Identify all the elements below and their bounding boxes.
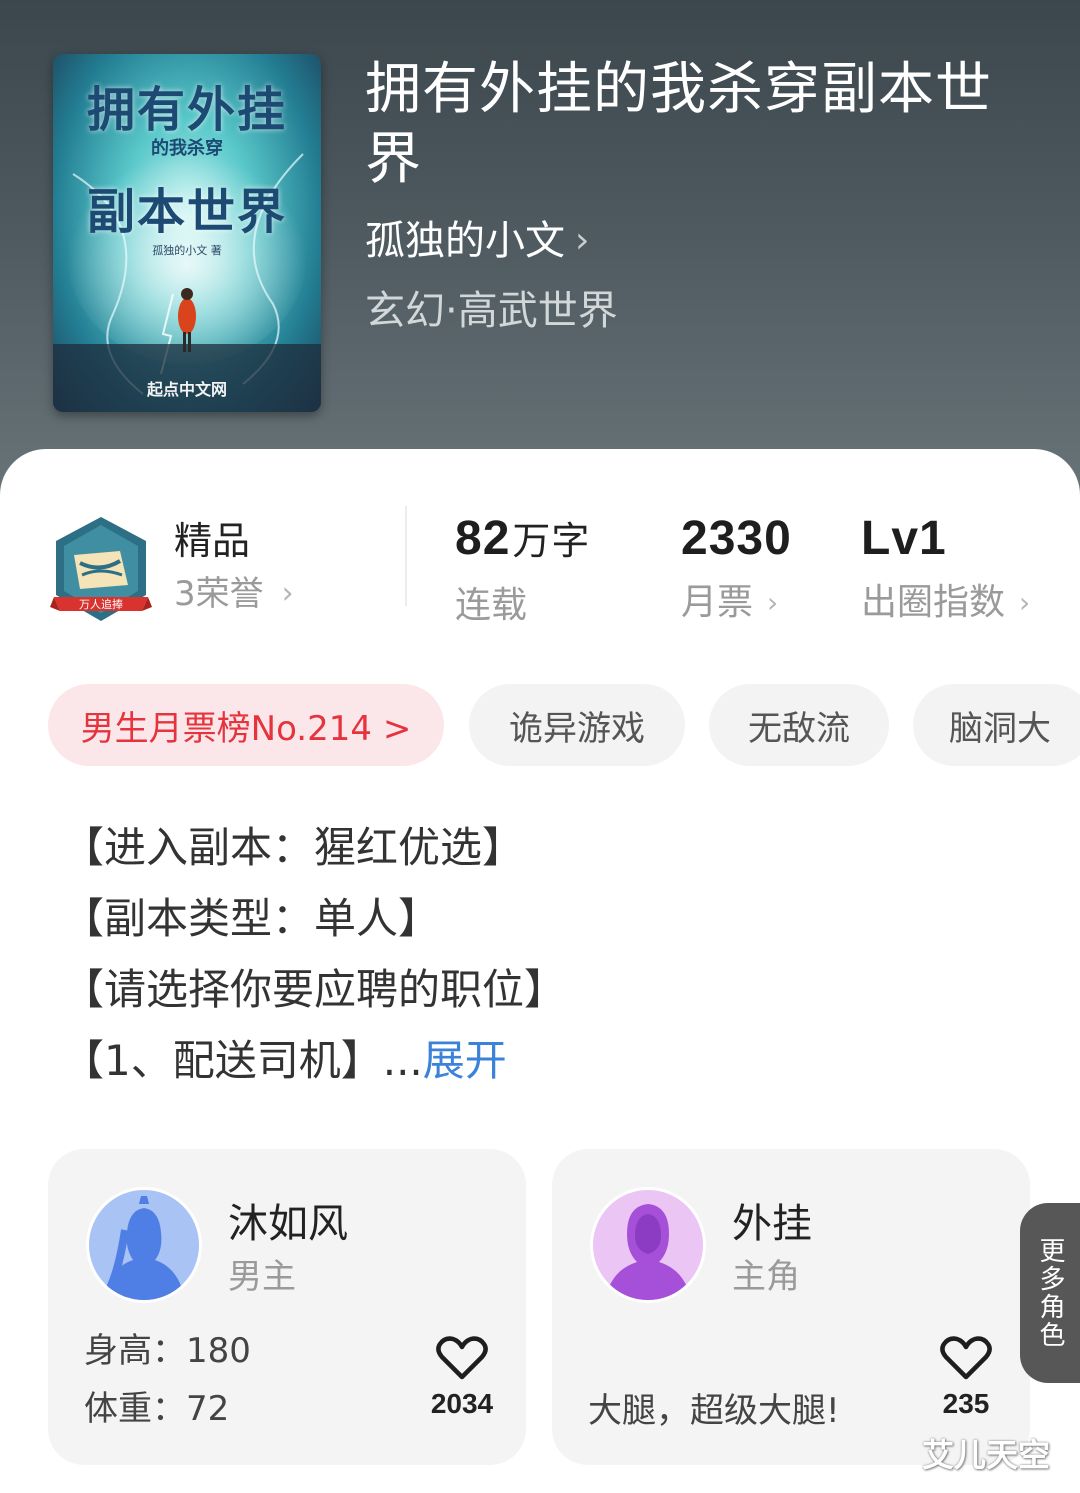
stat-monthly-votes[interactable]: 2330 月票 ›	[681, 510, 792, 626]
monthly-votes-value: 2330	[681, 512, 792, 565]
chevron-right-icon: ›	[767, 586, 779, 619]
book-title: 拥有外挂的我杀穿副本世界	[365, 57, 992, 192]
book-genre: 玄幻·高武世界	[365, 288, 618, 334]
popularity-index-value: Lv1	[861, 512, 947, 565]
intro-ellipsis: ...	[382, 1036, 423, 1085]
honor-count: 3荣誉	[174, 574, 264, 614]
rank-tag[interactable]: 男生月票榜No.214 >	[48, 684, 444, 766]
weight-label: 体重：	[84, 1389, 186, 1429]
height-value: 180	[186, 1331, 251, 1371]
character-description: 大腿，超级大腿!	[588, 1391, 840, 1431]
chevron-right-icon: ›	[281, 576, 294, 611]
character-weight: 体重：72	[84, 1387, 229, 1431]
character-card[interactable]: 外挂 主角 大腿，超级大腿! 235	[552, 1149, 1030, 1465]
cover-title-line3: 副本世界	[86, 184, 287, 240]
character-role: 主角	[732, 1257, 800, 1297]
cover-publisher: 起点中文网	[146, 380, 227, 399]
intro-line-last: 【1、配送司机】...展开	[62, 1025, 1022, 1096]
character-avatar	[590, 1187, 706, 1303]
tag-item[interactable]: 脑洞大	[913, 684, 1080, 766]
more-roles-label: 更多角色	[1035, 1237, 1065, 1349]
honor-badge-text: 万人追捧	[79, 597, 123, 611]
cover-title-line2: 的我杀穿	[151, 138, 223, 159]
popularity-index-label: 出圈指数	[861, 582, 1006, 623]
character-role: 男主	[228, 1257, 296, 1297]
author-name: 孤独的小文	[365, 218, 565, 264]
character-name: 外挂	[732, 1201, 812, 1247]
cover-title-line1: 拥有外挂	[86, 82, 287, 138]
weight-value: 72	[186, 1389, 230, 1429]
like-count: 2034	[430, 1388, 494, 1419]
watermark: 艾儿天空	[922, 1436, 1051, 1474]
book-intro: 【进入副本：猩红优选】 【副本类型：单人】 【请选择你要应聘的职位】 【1、配送…	[62, 812, 1022, 1096]
intro-line: 【副本类型：单人】	[62, 894, 441, 943]
honor-badge-icon[interactable]: 万人追捧	[50, 515, 152, 623]
tag-item[interactable]: 诡异游戏	[469, 684, 685, 766]
serial-status: 连载	[455, 585, 528, 626]
like-count: 235	[942, 1388, 990, 1419]
heart-icon	[436, 1336, 488, 1380]
stat-popularity-index[interactable]: Lv1 出圈指数 ›	[861, 510, 1030, 626]
stats-divider	[405, 506, 407, 606]
word-count-unit: 万字	[512, 521, 591, 563]
character-avatar	[86, 1187, 202, 1303]
expand-link[interactable]: 展开	[423, 1036, 507, 1085]
intro-line: 【请选择你要应聘的职位】	[62, 965, 567, 1014]
intro-line: 【1、配送司机】	[62, 1036, 383, 1085]
character-name: 沐如风	[228, 1201, 348, 1247]
character-card[interactable]: 沐如风 男主 身高：180 体重：72 2034	[48, 1149, 526, 1465]
intro-line: 【进入副本：猩红优选】	[62, 823, 525, 872]
word-count-value: 82	[455, 512, 511, 565]
like-button[interactable]: 2034	[422, 1335, 502, 1421]
book-cover[interactable]: 拥有外挂 的我杀穿 副本世界 孤独的小文 著 起点中文网	[53, 54, 321, 412]
heart-icon	[940, 1336, 992, 1380]
character-height: 身高：180	[84, 1329, 251, 1373]
stat-word-count: 82万字 连载	[455, 510, 590, 629]
like-button[interactable]: 235	[926, 1335, 1006, 1421]
chevron-right-icon: ›	[1019, 586, 1031, 619]
tag-item[interactable]: 无敌流	[709, 684, 889, 766]
height-label: 身高：	[84, 1331, 186, 1371]
more-roles-button[interactable]: 更多角色	[1020, 1203, 1080, 1383]
honor-title: 精品	[174, 519, 251, 563]
chevron-right-icon: ›	[575, 220, 590, 261]
cover-author: 孤独的小文 著	[152, 244, 222, 257]
monthly-votes-label: 月票	[681, 582, 754, 623]
honor-link[interactable]: 3荣誉 ›	[174, 572, 294, 616]
author-link[interactable]: 孤独的小文 ›	[365, 214, 589, 268]
